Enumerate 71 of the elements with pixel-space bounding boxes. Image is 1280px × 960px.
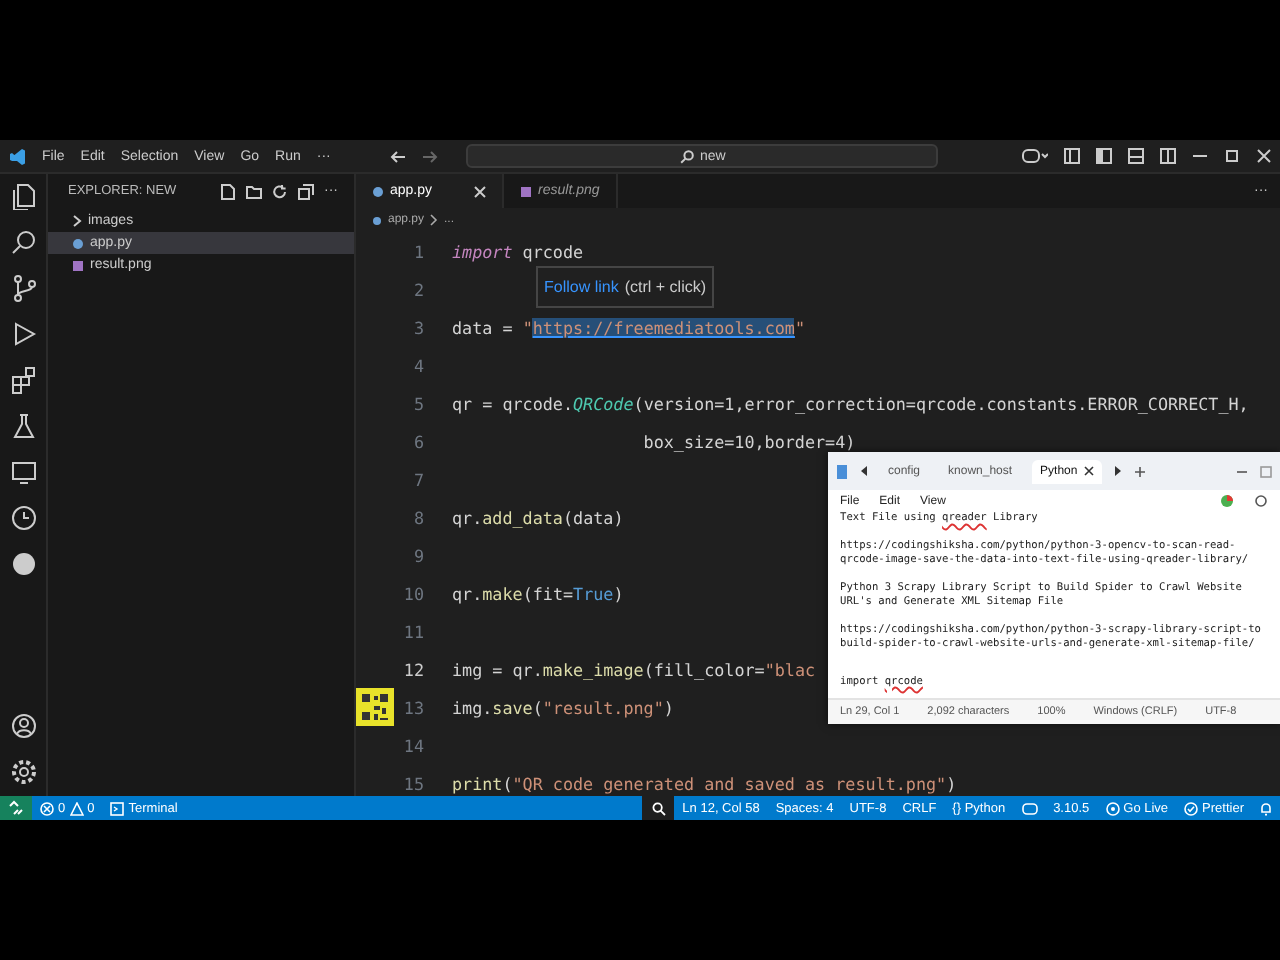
image-file-icon [72, 259, 84, 271]
line-number: 12 [401, 659, 424, 679]
remote-button[interactable] [0, 796, 32, 820]
notepad-icon [836, 463, 848, 479]
panel-toggle-icon[interactable] [1128, 148, 1144, 164]
python-file-icon [372, 215, 382, 225]
collapse-all-icon[interactable] [298, 183, 314, 199]
code-line: qr.make(fit=True) [452, 583, 624, 603]
source-control-icon[interactable] [9, 274, 37, 302]
code-line: qr.add_data(data) [452, 507, 624, 527]
search-icon[interactable] [9, 228, 37, 256]
error-icon [40, 801, 54, 815]
account-icon[interactable] [9, 712, 37, 740]
search-icon [679, 149, 694, 163]
search-icon [651, 801, 666, 815]
terminal-icon [110, 801, 125, 815]
new-folder-icon[interactable] [246, 183, 262, 199]
line-number: 3 [411, 317, 424, 337]
back-arrow-icon[interactable] [390, 149, 407, 163]
circle-badge-icon[interactable] [9, 550, 37, 578]
scroll-right-icon[interactable] [1113, 466, 1122, 476]
run-debug-icon[interactable] [9, 320, 37, 348]
line-number: 15 [401, 773, 424, 793]
broadcast-icon [1105, 801, 1120, 815]
refresh-icon[interactable] [272, 183, 288, 199]
bell-icon [1260, 801, 1272, 815]
chevron-right-icon [72, 214, 82, 228]
line-number: 4 [411, 355, 424, 375]
clock-icon[interactable] [9, 504, 37, 532]
logo-icon [8, 147, 26, 165]
warning-icon [69, 801, 84, 815]
code-line: box_size=10,border=4) [641, 431, 856, 451]
line-number: 11 [401, 621, 424, 641]
chevron-right-icon [430, 214, 439, 226]
line-number: 9 [411, 545, 424, 565]
remote-explorer-icon[interactable] [9, 458, 37, 486]
files-icon[interactable] [9, 182, 37, 210]
restore-icon[interactable] [1224, 148, 1240, 164]
line-number: 13 [401, 697, 424, 717]
line-number: 2 [411, 279, 424, 299]
line-number: 6 [411, 431, 424, 451]
tooltip-hint: (ctrl + click) [624, 278, 707, 296]
python-file-icon [372, 185, 384, 197]
line-number: 5 [411, 393, 424, 413]
split-layout-icon[interactable] [1160, 148, 1176, 164]
line-number: 1 [411, 241, 424, 261]
follow-link[interactable]: Follow link [544, 278, 619, 296]
code-line: img.save("result.png") [452, 697, 674, 717]
extensions-icon[interactable] [9, 366, 37, 394]
python-file-icon [72, 237, 84, 249]
line-number: 7 [411, 469, 424, 489]
code-line: data = "https://freemediatools.com" [452, 317, 806, 337]
code-line: import qrcode [452, 241, 584, 261]
code-line: qr = qrcode.QRCode(version=1,error_correction=qrcode.constants.ERROR_CORRECT_H, [452, 393, 1249, 413]
line-number: 14 [401, 735, 424, 755]
flask-icon[interactable] [9, 412, 37, 440]
new-file-icon[interactable] [220, 183, 236, 199]
image-file-icon [520, 185, 533, 197]
scroll-left-icon[interactable] [860, 466, 868, 476]
remote-icon [8, 800, 24, 816]
close-icon[interactable] [1083, 466, 1094, 476]
sidebar-toggle-icon[interactable] [1096, 148, 1112, 164]
layout-icon[interactable] [1064, 148, 1080, 164]
zoom-button[interactable] [642, 796, 675, 820]
add-tab-icon[interactable] [1133, 465, 1146, 477]
line-number: 8 [411, 507, 424, 527]
forward-arrow-icon[interactable] [422, 149, 439, 163]
check-circle-icon [1184, 801, 1199, 815]
code-line: print("QR code generated and saved as result.png") [452, 773, 957, 793]
code-line: img = qr.make_image(fill_color="blac [452, 659, 816, 679]
line-number: 10 [401, 583, 424, 603]
